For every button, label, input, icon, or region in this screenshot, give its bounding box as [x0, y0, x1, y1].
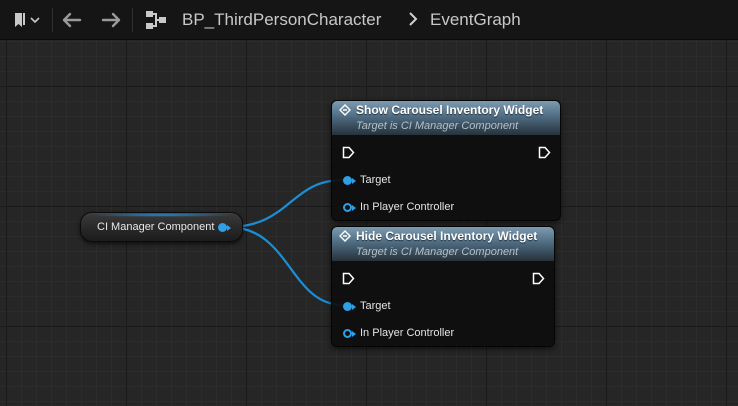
forward-arrow-icon: [101, 12, 121, 28]
hide-carousel-inventory-widget-node[interactable]: Hide Carousel Inventory Widget Target is…: [331, 226, 555, 347]
player-controller-pin[interactable]: [343, 203, 352, 212]
node-subtitle: Target is CI Manager Component: [356, 246, 519, 258]
pin-arrow: [352, 331, 356, 337]
exec-output-pin[interactable]: [538, 146, 551, 159]
breadcrumb-blueprint[interactable]: BP_ThirdPersonCharacter: [182, 0, 381, 40]
variable-label: CI Manager Component: [97, 221, 215, 233]
target-pin[interactable]: [343, 302, 352, 311]
player-controller-pin[interactable]: [343, 329, 352, 338]
toolbar-divider: [132, 8, 133, 32]
target-pin-label: Target: [360, 174, 391, 186]
chevron-down-icon: [30, 17, 40, 24]
toolbar-divider: [52, 8, 53, 32]
target-pin-label: Target: [360, 300, 391, 312]
exec-output-pin[interactable]: [532, 272, 545, 285]
player-controller-pin-label: In Player Controller: [360, 327, 455, 339]
function-icon: [339, 104, 351, 116]
graph-hierarchy-icon: [146, 11, 166, 29]
exec-input-pin[interactable]: [342, 146, 355, 159]
function-icon: [339, 230, 351, 242]
bookmark-button[interactable]: [8, 0, 46, 40]
player-controller-pin-row[interactable]: In Player Controller: [343, 327, 493, 343]
node-subtitle: Target is CI Manager Component: [356, 120, 519, 132]
node-title: Hide Carousel Inventory Widget: [356, 229, 538, 243]
target-pin-row[interactable]: Target: [343, 174, 493, 190]
ci-manager-component-variable-node[interactable]: CI Manager Component: [80, 212, 243, 242]
graph-toolbar: BP_ThirdPersonCharacter EventGraph: [0, 0, 738, 40]
pin-arrow: [227, 225, 231, 231]
player-controller-pin-label: In Player Controller: [360, 201, 455, 213]
node-header: Show Carousel Inventory Widget Target is…: [332, 101, 560, 135]
breadcrumb-separator: [408, 0, 418, 40]
graph-hierarchy-button[interactable]: [142, 0, 170, 40]
exec-input-pin[interactable]: [342, 272, 355, 285]
bookmark-icon: [15, 13, 25, 27]
back-button[interactable]: [58, 0, 86, 40]
pin-arrow: [352, 205, 356, 211]
pin-arrow: [352, 304, 356, 310]
target-pin[interactable]: [343, 176, 352, 185]
forward-button[interactable]: [97, 0, 125, 40]
chevron-right-icon: [409, 12, 418, 26]
show-carousel-inventory-widget-node[interactable]: Show Carousel Inventory Widget Target is…: [331, 100, 561, 221]
variable-output-pin[interactable]: [218, 223, 227, 232]
back-arrow-icon: [62, 12, 82, 28]
breadcrumb-graph[interactable]: EventGraph: [430, 0, 521, 40]
target-pin-row[interactable]: Target: [343, 300, 493, 316]
node-title: Show Carousel Inventory Widget: [356, 103, 544, 117]
pin-arrow: [352, 178, 356, 184]
node-header: Hide Carousel Inventory Widget Target is…: [332, 227, 554, 261]
player-controller-pin-row[interactable]: In Player Controller: [343, 201, 493, 217]
